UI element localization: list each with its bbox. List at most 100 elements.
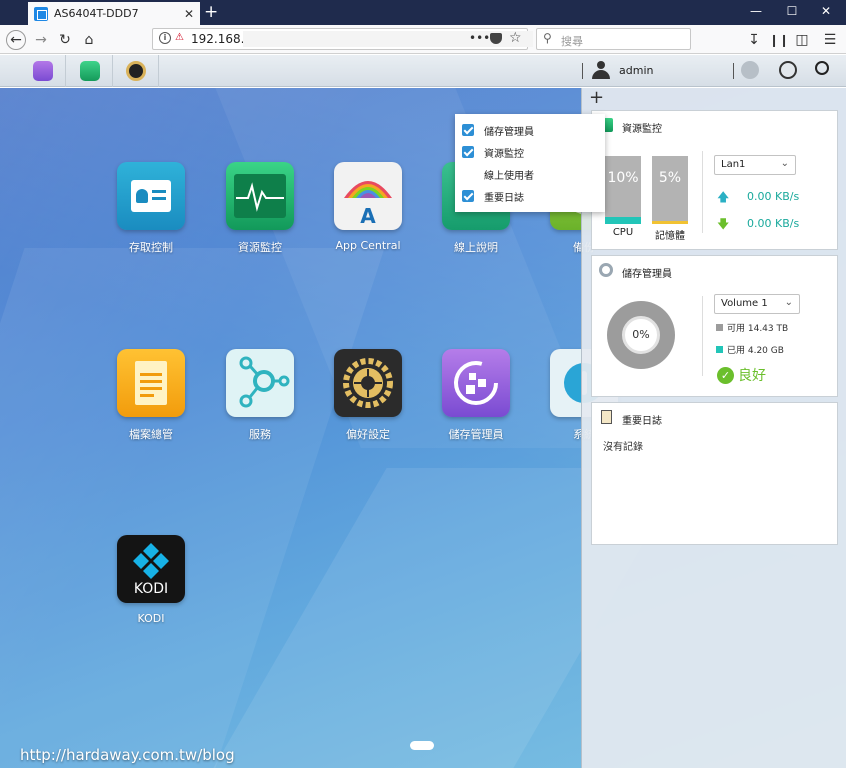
download-icon[interactable]: ↧ <box>744 30 764 50</box>
search-icon: ⚲ <box>543 31 552 45</box>
status-text: 良好 <box>738 368 766 384</box>
app-label: 檔案總管 <box>129 428 173 441</box>
home-icon[interactable]: ⌂ <box>79 30 99 50</box>
menu-item-label: 儲存管理員 <box>484 126 534 138</box>
cpu-label: CPU <box>612 227 634 238</box>
important-log-widget: 重要日誌 沒有記錄 <box>591 402 838 545</box>
legend-swatch <box>716 346 723 353</box>
clipboard-icon <box>601 410 612 424</box>
widget-dashboard-icon[interactable] <box>779 61 797 79</box>
checkbox[interactable] <box>462 190 474 202</box>
app-file-explorer[interactable]: 檔案總管 <box>106 349 196 442</box>
memory-value: 5% <box>658 170 682 186</box>
app-access-control[interactable]: 存取控制 <box>106 162 196 255</box>
download-rate: 0.00 KB/s <box>747 217 800 230</box>
nas-taskbar: admin <box>0 55 846 87</box>
insecure-lock-icon[interactable]: ⚠ <box>175 32 187 45</box>
notification-icon[interactable] <box>741 61 759 79</box>
kodi-icon: KODI <box>117 535 185 603</box>
forward-icon[interactable]: → <box>31 30 51 50</box>
menu-item-resource-monitor[interactable]: 資源監控 <box>455 142 605 162</box>
app-label: 線上說明 <box>454 241 498 254</box>
storage-manager-icon <box>32 61 53 81</box>
volume-select[interactable]: Volume 1 ⌄ <box>714 294 800 314</box>
url-bar[interactable]: i ⚠ 192.168.1 ••• ☆ <box>152 28 533 50</box>
widget-panel: + 資源監控 10% CPU 5% 記憶體 Lan1 ⌄ 🡅 0.00 KB/s… <box>581 87 846 768</box>
preferences-icon <box>334 349 402 417</box>
app-resource-monitor[interactable]: 資源監控 <box>215 162 305 255</box>
app-app-central[interactable]: A App Central <box>323 162 413 252</box>
cpu-value: 10% <box>607 170 639 186</box>
app-label: 服務 <box>249 428 271 441</box>
checkbox[interactable] <box>462 124 474 136</box>
page-actions-icon[interactable]: ••• <box>469 31 490 45</box>
search-box[interactable]: ⚲ 搜尋 <box>536 28 691 50</box>
desktop-search-icon[interactable] <box>815 61 829 75</box>
user-icon[interactable] <box>591 60 611 80</box>
widget-title: 資源監控 <box>622 124 662 135</box>
taskbar-preferences[interactable] <box>113 55 159 87</box>
upload-rate: 0.00 KB/s <box>747 190 800 203</box>
hamburger-menu-icon[interactable]: ☰ <box>820 30 840 50</box>
app-services[interactable]: 服務 <box>215 349 305 442</box>
menu-item-label: 資源監控 <box>484 148 524 160</box>
menu-item-storage-manager[interactable]: 儲存管理員 <box>455 120 605 140</box>
reload-icon[interactable]: ↻ <box>55 30 75 50</box>
app-label: 存取控制 <box>129 241 173 254</box>
tab-title: AS6404T-DDD7 <box>54 7 139 20</box>
usage-donut: 0% <box>607 301 675 369</box>
checkbox[interactable] <box>462 146 474 158</box>
menu-item-important-log[interactable]: 重要日誌 <box>455 186 605 206</box>
new-tab-icon[interactable]: + <box>204 2 218 22</box>
window-close-icon[interactable]: ✕ <box>816 4 836 18</box>
taskbar-separator <box>733 63 734 79</box>
browser-nav-bar: ← → ↻ ⌂ i ⚠ 192.168.1 ••• ☆ ⚲ 搜尋 ↧ ❙❙ ◫ … <box>0 25 846 54</box>
app-preferences[interactable]: 偏好設定 <box>323 349 413 442</box>
resource-monitor-widget: 資源監控 10% CPU 5% 記憶體 Lan1 ⌄ 🡅 0.00 KB/s 🡇… <box>591 110 838 250</box>
bookmark-star-icon[interactable]: ☆ <box>509 30 522 46</box>
checkbox[interactable] <box>462 168 474 180</box>
sidebar-icon[interactable]: ◫ <box>792 30 812 50</box>
menu-item-label: 線上使用者 <box>484 170 534 182</box>
taskbar-storage-manager[interactable] <box>20 55 66 87</box>
site-info-icon[interactable]: i <box>159 32 171 44</box>
interface-select[interactable]: Lan1 ⌄ <box>714 155 796 175</box>
usage-percent: 0% <box>632 328 650 341</box>
available-text: 可用 14.43 TB <box>727 324 789 334</box>
legend-swatch <box>716 324 723 331</box>
cpu-bar-fill <box>605 217 641 224</box>
back-icon[interactable]: ← <box>6 30 26 50</box>
search-placeholder: 搜尋 <box>561 35 583 48</box>
memory-bar-fill <box>652 220 688 224</box>
upload-arrow-icon: 🡅 <box>717 190 730 204</box>
dock-toggle[interactable] <box>410 741 434 750</box>
app-label: 偏好設定 <box>346 428 390 441</box>
app-storage-manager[interactable]: 儲存管理員 <box>431 349 521 442</box>
volume-value: Volume 1 <box>721 298 768 309</box>
maximize-icon[interactable]: ☐ <box>782 4 802 18</box>
browser-tab[interactable]: AS6404T-DDD7 ✕ <box>28 2 200 25</box>
tab-close-icon[interactable]: ✕ <box>184 7 194 21</box>
taskbar-separator <box>582 63 583 79</box>
taskbar-resource-monitor[interactable] <box>67 55 113 87</box>
empty-log-text: 沒有記錄 <box>603 442 643 453</box>
file-explorer-icon <box>117 349 185 417</box>
used-legend: 已用 4.20 GB <box>716 343 784 356</box>
widget-title: 儲存管理員 <box>622 269 672 280</box>
cpu-bar: 10% <box>605 156 641 224</box>
add-widget-icon[interactable]: + <box>589 87 604 108</box>
menu-item-label: 重要日誌 <box>484 192 524 204</box>
library-icon[interactable]: ❙❙ <box>769 30 789 50</box>
storage-status: ✓ 良好 <box>717 365 766 385</box>
nas-favicon-icon <box>34 6 48 21</box>
minimize-icon[interactable]: — <box>746 4 766 18</box>
app-label: 儲存管理員 <box>448 428 504 441</box>
username-label[interactable]: admin <box>619 64 653 77</box>
interface-value: Lan1 <box>721 159 746 170</box>
download-arrow-icon: 🡇 <box>717 217 730 231</box>
app-central-icon: A <box>334 162 402 230</box>
menu-item-online-users[interactable]: 線上使用者 <box>455 164 605 184</box>
storage-manager-widget: 儲存管理員 0% Volume 1 ⌄ 可用 14.43 TB 已用 4.20 … <box>591 255 838 397</box>
resource-monitor-icon <box>226 162 294 230</box>
app-kodi[interactable]: KODI KODI <box>106 535 196 625</box>
